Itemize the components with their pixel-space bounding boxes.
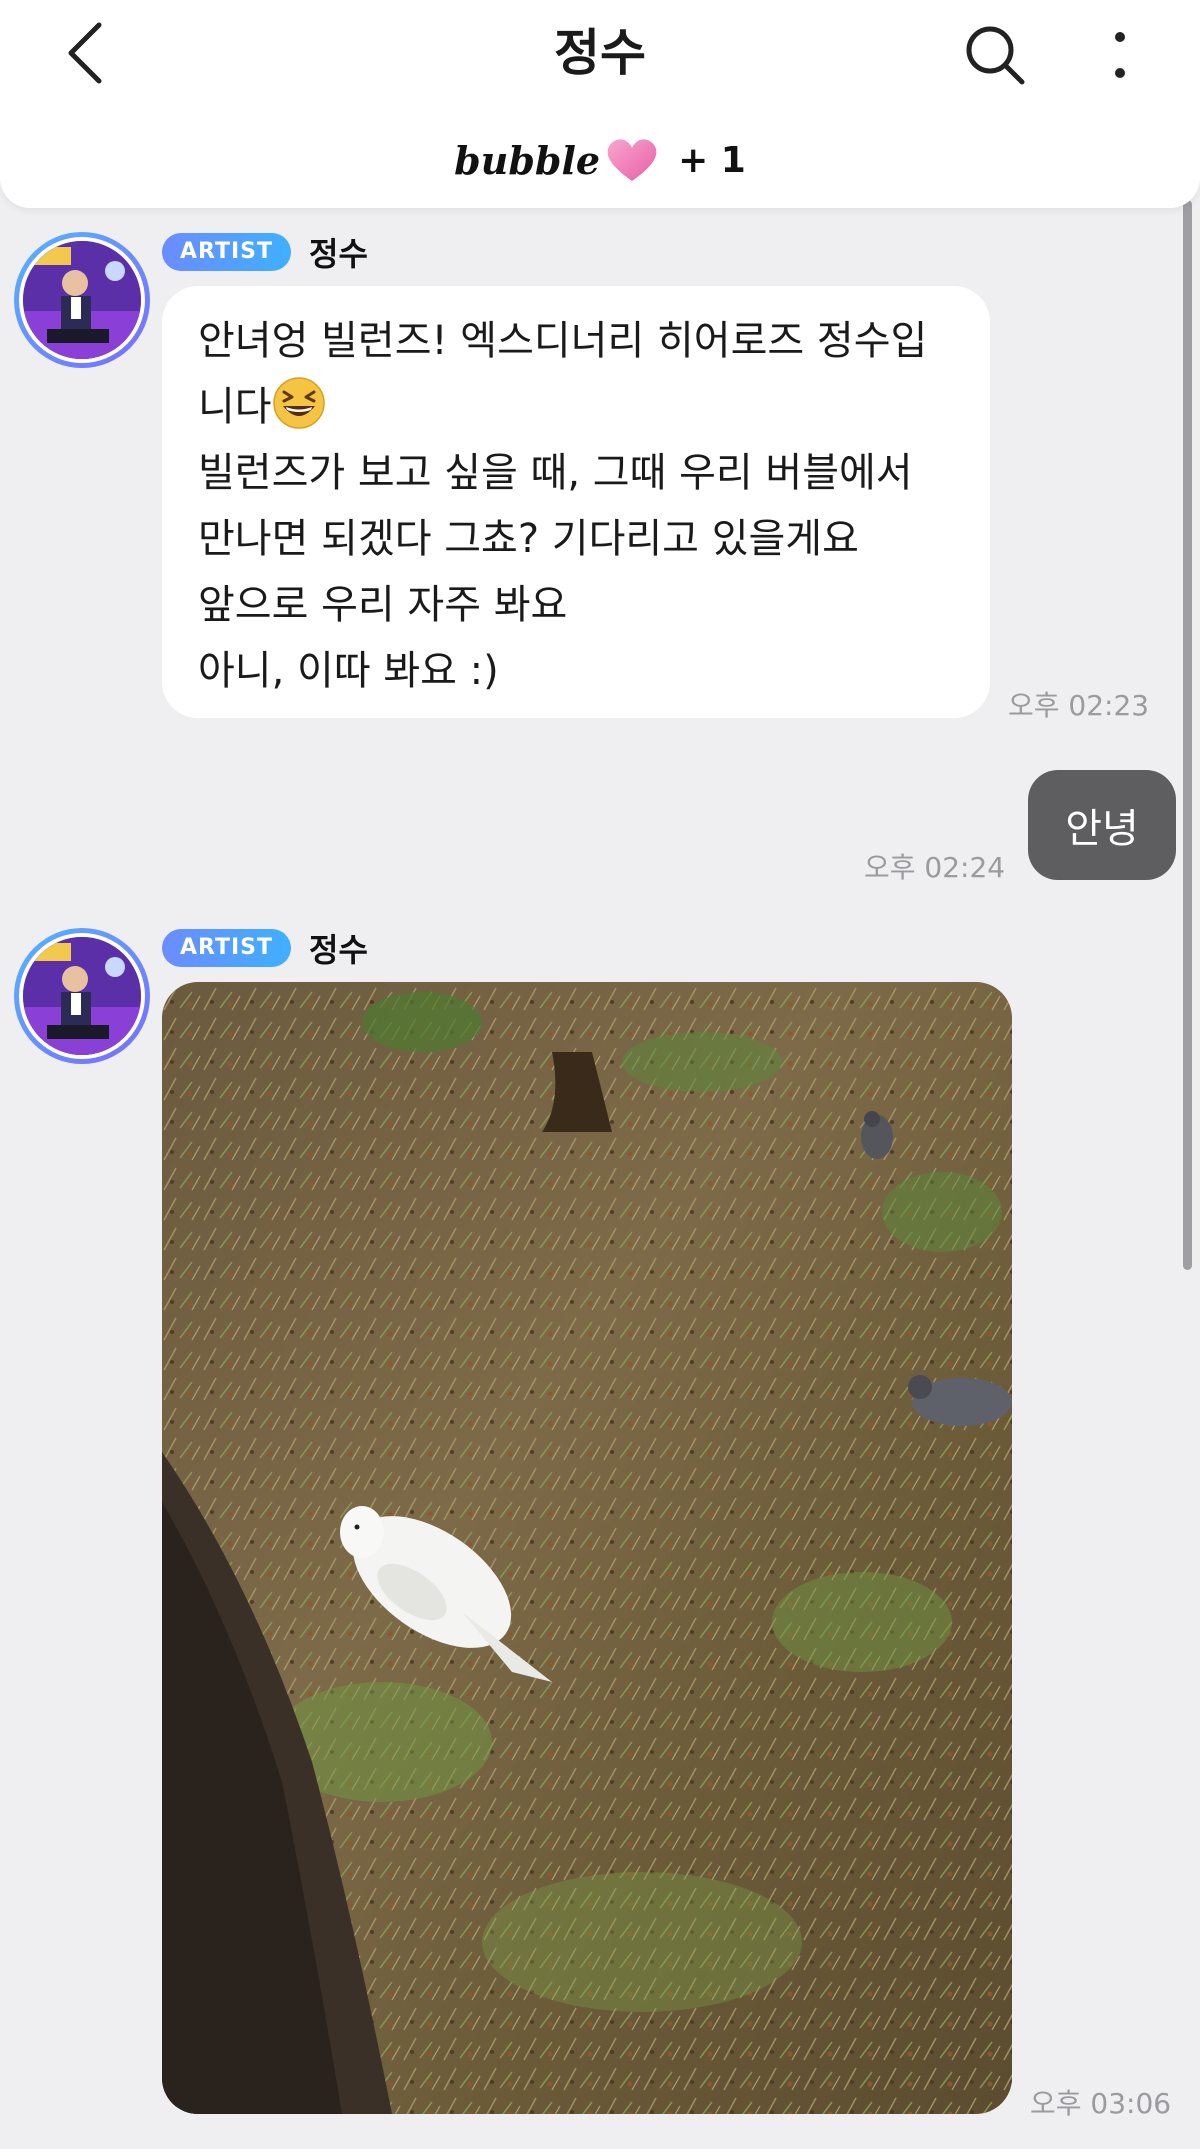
heart-icon [607, 139, 657, 181]
message-timestamp: 오후 02:24 [864, 851, 1006, 884]
message-line: 아니, 이따 봐요 :) [198, 648, 499, 694]
my-message-text: 안녕 [1065, 806, 1139, 852]
message-line: 만나면 되겠다 그쵸? 기다리고 있을게요 [198, 516, 859, 562]
sender-row: ARTIST 정수 [162, 926, 368, 970]
avatar-photo [19, 237, 145, 363]
grinning-squinting-face-icon [272, 377, 325, 429]
more-vertical-icon [1115, 32, 1125, 78]
message-line: 빌런즈가 보고 싶을 때, 그때 우리 버블에서 [198, 450, 913, 496]
message-timestamp: 오후 02:23 [1008, 689, 1150, 722]
my-message-bubble[interactable]: 안녕 [1028, 770, 1176, 880]
chat-header: 정수 bubble + 1 [0, 0, 1200, 208]
white-dove-on-grass-photo [162, 982, 1012, 2114]
message-line: 앞으로 우리 자주 봐요 [198, 582, 568, 628]
extra-subscription-count: + 1 [678, 139, 746, 181]
sender-row: ARTIST 정수 [162, 230, 368, 274]
bubble-subscription-row[interactable]: bubble + 1 [0, 130, 1200, 190]
artist-badge: ARTIST [162, 929, 292, 967]
sender-name: 정수 [309, 931, 368, 969]
message-line: 안녀엉 빌런즈! 엑스디너리 히어로즈 정수입 [198, 318, 928, 364]
more-options-button[interactable] [1090, 20, 1150, 90]
message-line: 니다 [198, 384, 272, 430]
scrollbar[interactable] [1183, 200, 1192, 1270]
search-icon [966, 26, 1025, 85]
message-timestamp: 오후 03:06 [1030, 2087, 1172, 2120]
bubble-logo: bubble [454, 137, 601, 183]
artist-message-bubble[interactable]: 안녀엉 빌런즈! 엑스디너리 히어로즈 정수입 니다 빌런즈가 보고 싶을 때,… [162, 286, 990, 718]
artist-badge: ARTIST [162, 233, 292, 271]
avatar-photo [19, 933, 145, 1059]
sender-name: 정수 [309, 235, 368, 273]
artist-avatar[interactable] [14, 232, 150, 368]
photo-message[interactable] [162, 982, 1012, 2114]
search-button[interactable] [960, 20, 1030, 90]
artist-avatar[interactable] [14, 928, 150, 1064]
message-line-with-emoji: 니다 [198, 374, 954, 440]
